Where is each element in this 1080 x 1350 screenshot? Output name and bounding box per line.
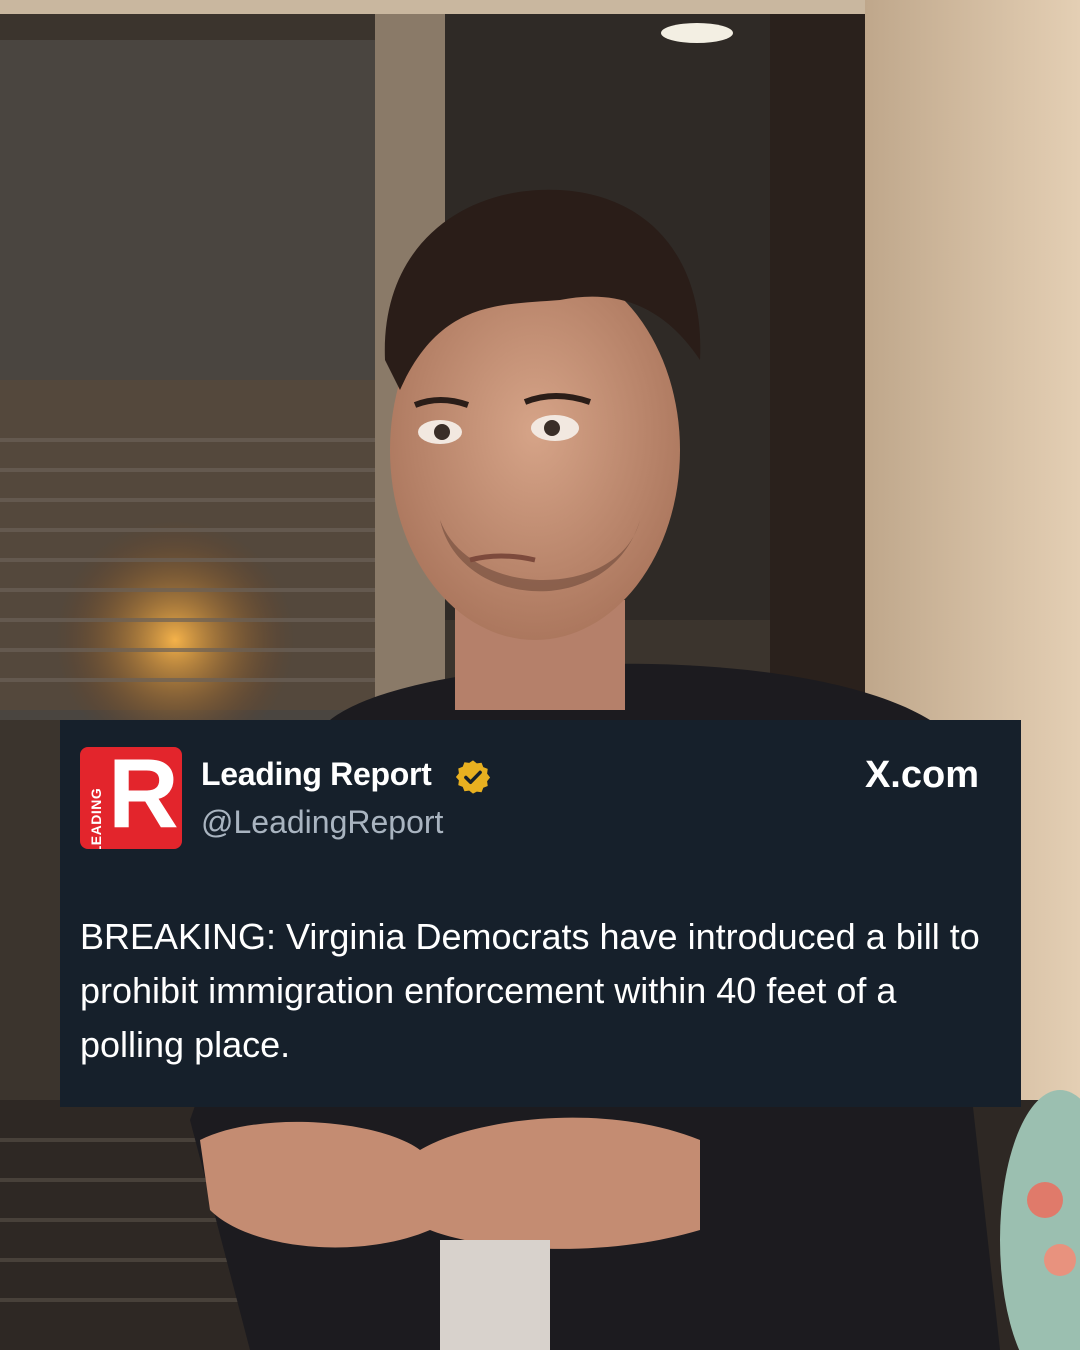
tweet-text: BREAKING: Virginia Democrats have introd…: [80, 916, 980, 1065]
logo-letter: R: [108, 747, 179, 848]
background-photo: [0, 0, 1080, 1350]
logo-side-text: LEADING: [88, 781, 104, 849]
leading-report-logo[interactable]: LEADING R: [80, 747, 182, 849]
account-handle[interactable]: @LeadingReport: [201, 804, 443, 841]
tweet-card: LEADING R Leading Report @LeadingReport …: [60, 720, 1021, 1107]
source-label: X.com: [864, 754, 979, 796]
verified-badge-icon: [454, 758, 492, 796]
account-name[interactable]: Leading Report: [201, 756, 432, 793]
